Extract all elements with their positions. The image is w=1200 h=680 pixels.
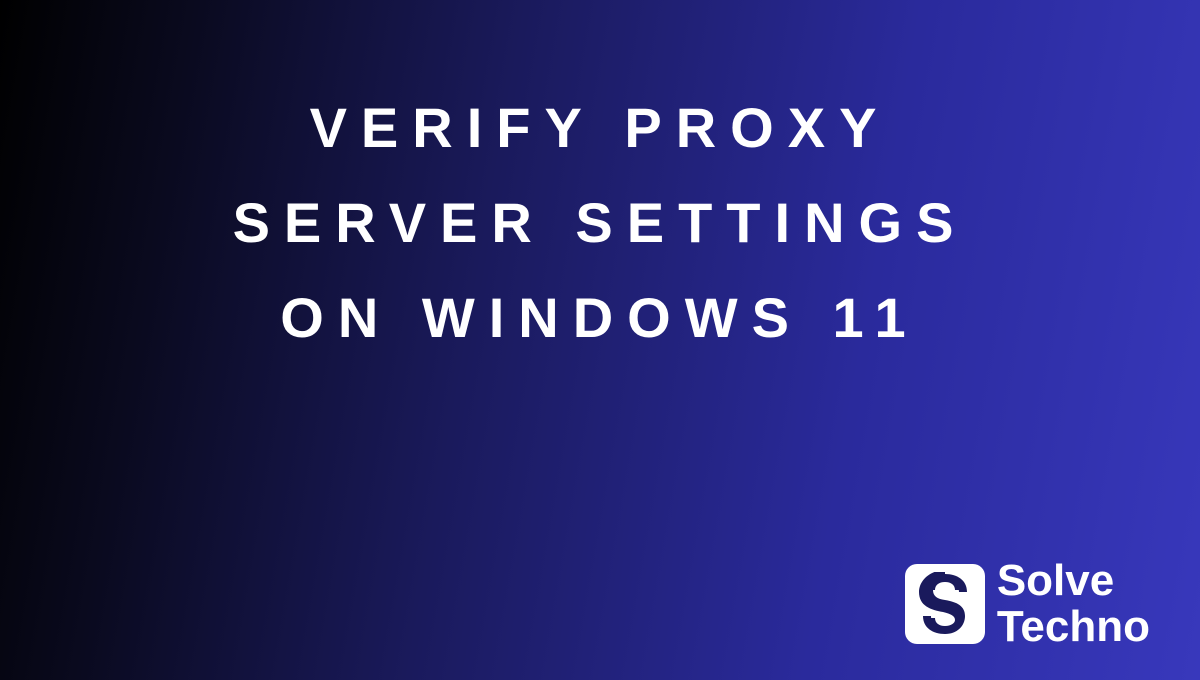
page-title: VERIFY PROXY SERVER SETTINGS ON WINDOWS …: [180, 80, 1020, 366]
logo-container: Solve Techno: [905, 558, 1150, 650]
logo-text: Solve Techno: [997, 558, 1150, 650]
logo-text-line1: Solve: [997, 558, 1150, 604]
logo-text-line2: Techno: [997, 604, 1150, 650]
s-glyph-icon: [917, 572, 973, 636]
banner-container: VERIFY PROXY SERVER SETTINGS ON WINDOWS …: [0, 0, 1200, 680]
logo-icon: [905, 564, 985, 644]
